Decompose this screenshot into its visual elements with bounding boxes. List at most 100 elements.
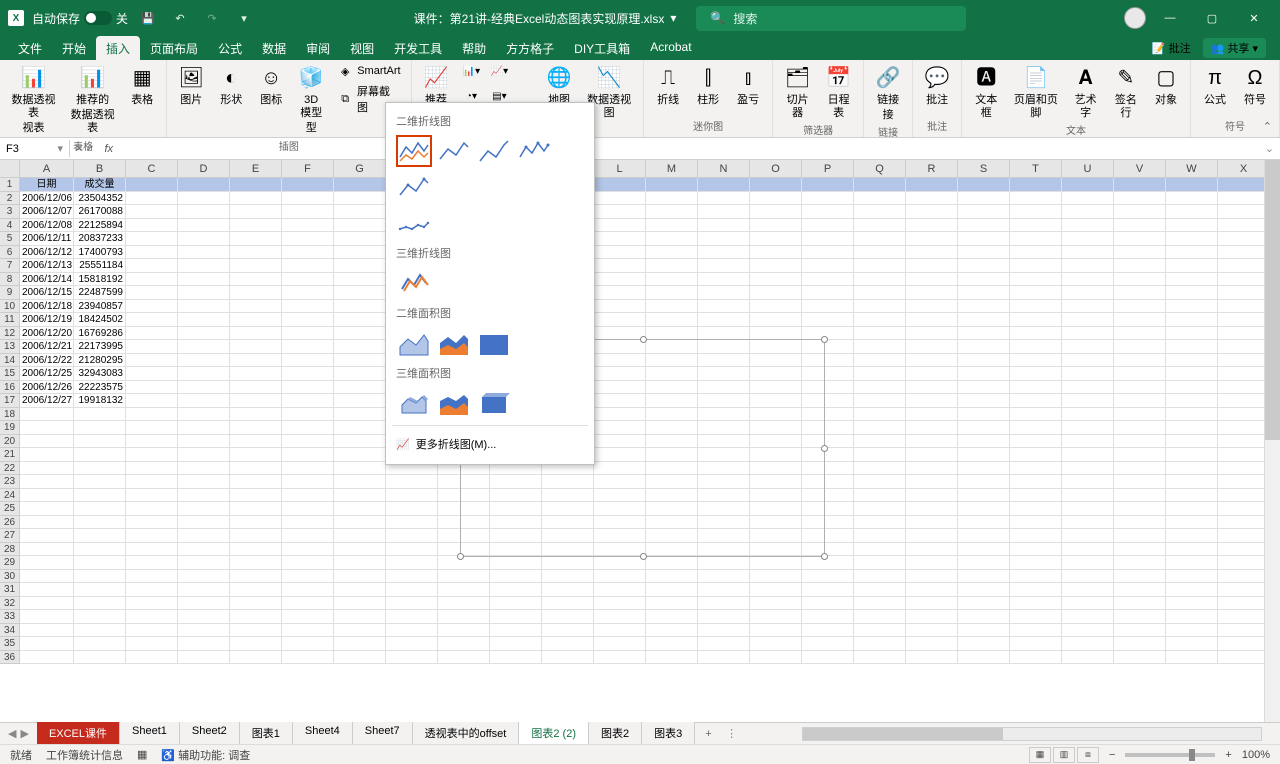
cell[interactable] <box>1114 570 1166 584</box>
cell[interactable] <box>1010 421 1062 435</box>
cell[interactable] <box>854 327 906 341</box>
cell[interactable] <box>854 556 906 570</box>
cell[interactable]: 成交量 <box>74 178 126 192</box>
cell[interactable] <box>386 570 438 584</box>
ribbon-tab[interactable]: 方方格子 <box>496 36 564 61</box>
cell[interactable] <box>1166 583 1218 597</box>
cell[interactable] <box>438 651 490 665</box>
cell[interactable] <box>230 246 282 260</box>
row-header[interactable]: 27 <box>0 529 20 543</box>
sheet-tab[interactable]: Sheet2 <box>180 722 240 746</box>
cell[interactable] <box>854 421 906 435</box>
cell[interactable]: 20837233 <box>74 232 126 246</box>
collapse-ribbon-button[interactable]: ⌃ <box>1263 120 1272 133</box>
cell[interactable] <box>1010 205 1062 219</box>
cell[interactable] <box>230 597 282 611</box>
cell[interactable] <box>1062 192 1114 206</box>
cell[interactable] <box>1114 583 1166 597</box>
textbox-button[interactable]: 🅰文本框 <box>968 62 1004 122</box>
cell[interactable] <box>906 219 958 233</box>
cell[interactable] <box>74 462 126 476</box>
cell[interactable] <box>1114 232 1166 246</box>
cell[interactable] <box>230 435 282 449</box>
cell[interactable]: 32943083 <box>74 367 126 381</box>
cell[interactable] <box>802 637 854 651</box>
cell[interactable] <box>334 340 386 354</box>
cell[interactable] <box>542 556 594 570</box>
cell[interactable] <box>178 435 230 449</box>
row-header[interactable]: 13 <box>0 340 20 354</box>
cell[interactable] <box>126 286 178 300</box>
row-header[interactable]: 30 <box>0 570 20 584</box>
cell[interactable] <box>334 597 386 611</box>
cell[interactable] <box>178 340 230 354</box>
cell[interactable] <box>1166 489 1218 503</box>
cell[interactable] <box>178 651 230 665</box>
smartart-button[interactable]: ◈SmartArt <box>333 62 404 80</box>
cell[interactable] <box>802 583 854 597</box>
cell[interactable] <box>1166 529 1218 543</box>
zoom-in-button[interactable]: + <box>1225 749 1231 761</box>
cell[interactable] <box>230 219 282 233</box>
cell[interactable] <box>282 475 334 489</box>
slicer-button[interactable]: 🗂切片器 <box>779 62 816 122</box>
cell[interactable] <box>1010 192 1062 206</box>
cell[interactable] <box>178 394 230 408</box>
3d-model-button[interactable]: 🧊3D 模型型 <box>293 62 329 138</box>
cell[interactable] <box>386 529 438 543</box>
cell[interactable]: 2006/12/11 <box>20 232 74 246</box>
cell[interactable] <box>698 286 750 300</box>
cell[interactable]: 19918132 <box>74 394 126 408</box>
cell[interactable] <box>178 529 230 543</box>
sparkline-line-button[interactable]: ⎍折线 <box>650 62 686 118</box>
cell[interactable] <box>1114 421 1166 435</box>
cell[interactable]: 2006/12/13 <box>20 259 74 273</box>
line-chart-option-2[interactable] <box>436 135 472 167</box>
cell[interactable] <box>958 637 1010 651</box>
row-header[interactable]: 32 <box>0 597 20 611</box>
cell[interactable] <box>230 205 282 219</box>
cell[interactable] <box>1114 529 1166 543</box>
cell[interactable] <box>1114 408 1166 422</box>
cell[interactable] <box>1010 583 1062 597</box>
close-button[interactable]: ✕ <box>1236 6 1272 30</box>
cell[interactable] <box>1114 354 1166 368</box>
cell[interactable] <box>230 381 282 395</box>
cell[interactable] <box>958 313 1010 327</box>
cell[interactable] <box>178 408 230 422</box>
cell[interactable] <box>958 286 1010 300</box>
cell[interactable] <box>1218 516 1270 530</box>
cell[interactable] <box>1218 246 1270 260</box>
cell[interactable] <box>230 232 282 246</box>
cell[interactable] <box>334 651 386 665</box>
cell[interactable] <box>438 583 490 597</box>
cell[interactable] <box>1062 246 1114 260</box>
cell[interactable] <box>1166 232 1218 246</box>
cell[interactable] <box>646 313 698 327</box>
cell[interactable] <box>1166 502 1218 516</box>
cell[interactable] <box>1062 327 1114 341</box>
cell[interactable] <box>282 489 334 503</box>
cell[interactable] <box>178 624 230 638</box>
cell[interactable] <box>386 583 438 597</box>
cell[interactable] <box>230 462 282 476</box>
3d-area-chart-option-1[interactable] <box>396 387 432 419</box>
cell[interactable] <box>1010 475 1062 489</box>
cell[interactable] <box>1010 543 1062 557</box>
cell[interactable] <box>802 624 854 638</box>
cell[interactable] <box>1010 340 1062 354</box>
cell[interactable] <box>854 529 906 543</box>
cell[interactable] <box>74 421 126 435</box>
cell[interactable] <box>906 610 958 624</box>
cell[interactable] <box>178 367 230 381</box>
column-header[interactable]: T <box>1010 160 1062 177</box>
row-header[interactable]: 26 <box>0 516 20 530</box>
cell[interactable] <box>1010 286 1062 300</box>
cell[interactable] <box>594 286 646 300</box>
cell[interactable] <box>1010 367 1062 381</box>
cell[interactable] <box>750 313 802 327</box>
cell[interactable] <box>1114 556 1166 570</box>
cell[interactable] <box>594 205 646 219</box>
cell[interactable] <box>178 583 230 597</box>
cell[interactable] <box>230 340 282 354</box>
